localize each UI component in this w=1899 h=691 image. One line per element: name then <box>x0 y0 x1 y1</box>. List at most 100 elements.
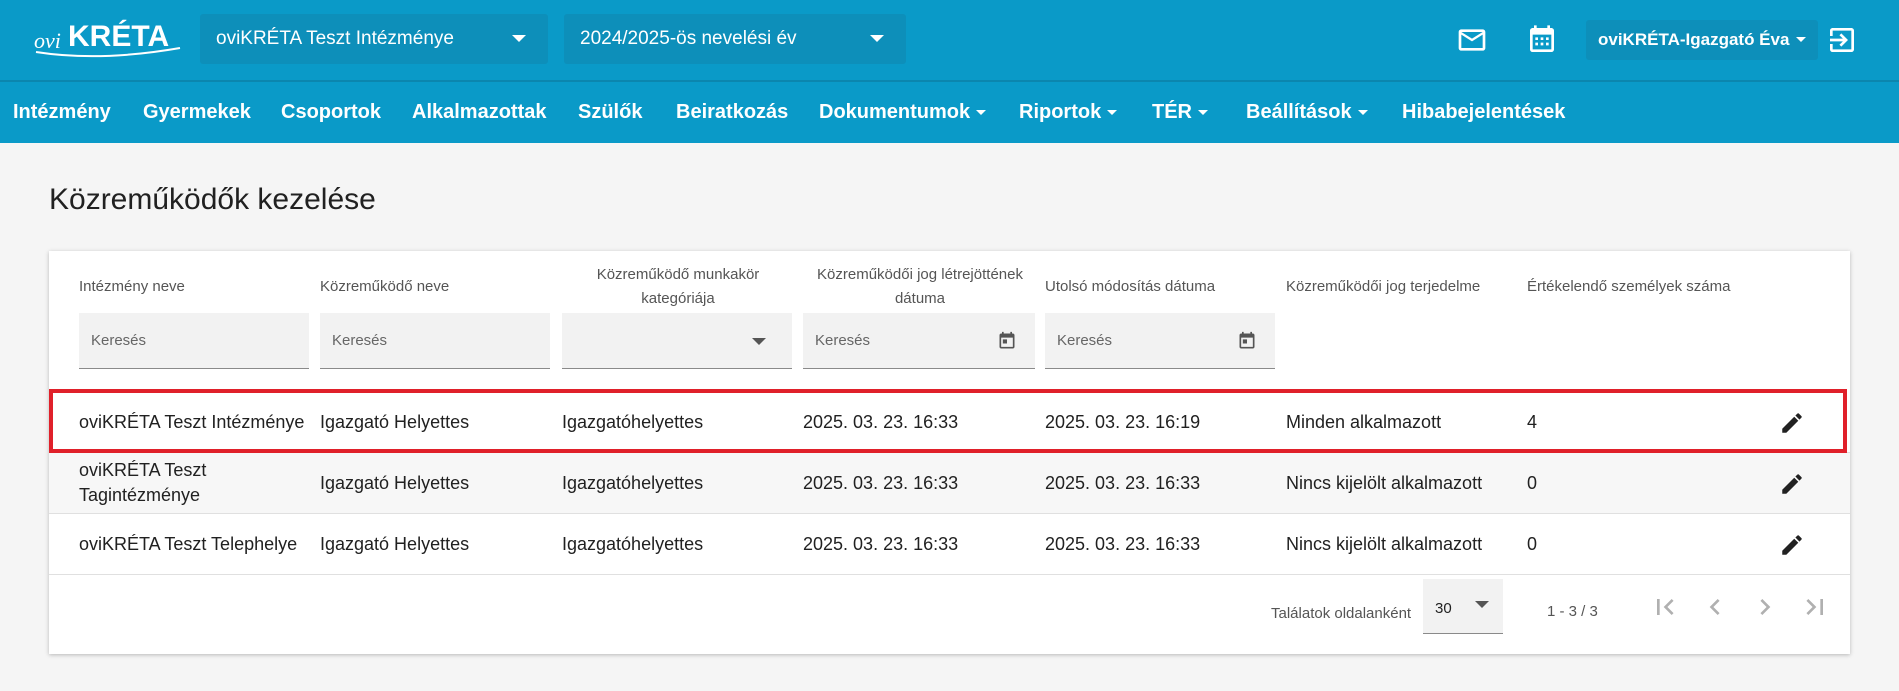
mail-icon[interactable] <box>1456 24 1488 56</box>
nav-item-label: TÉR <box>1152 101 1192 123</box>
caret-down-icon <box>1198 110 1208 116</box>
per-page-value: 30 <box>1435 600 1452 617</box>
logo-graphic: ovi KRÉTA <box>34 19 181 58</box>
cell-category: Igazgatóhelyettes <box>562 533 704 554</box>
per-page-select[interactable]: 30 <box>1423 579 1503 634</box>
institution-search-placeholder: Keresés <box>91 332 147 349</box>
chevron-down-icon <box>752 338 766 345</box>
cell-created: 2025. 03. 23. 16:33 <box>803 411 959 432</box>
per-page-label: Találatok oldalanként <box>1271 605 1412 622</box>
column-header-category[interactable]: Közreműködő munkakör kategóriája <box>562 263 794 311</box>
nav-item-label: Gyermekek <box>143 101 251 123</box>
nav-item-beallitasok[interactable]: Beállítások <box>1246 82 1368 143</box>
cell-count: 4 <box>1527 411 1538 432</box>
caret-down-icon <box>976 110 987 116</box>
chevron-down-icon <box>1796 37 1806 42</box>
cell-institution: oviKRÉTA Teszt Tagintézménye <box>79 460 207 505</box>
cell-institution: oviKRÉTA Teszt Intézménye <box>79 411 305 432</box>
nav-item-riportok[interactable]: Riportok <box>1019 82 1118 143</box>
institution-select-value: oviKRÉTA Teszt Intézménye <box>216 28 454 49</box>
first-page-icon[interactable] <box>1649 591 1681 623</box>
cell-scope: Nincs kijelölt alkalmazott <box>1286 533 1483 554</box>
table-row[interactable]: oviKRÉTA Teszt Telephelye Igazgató Helye… <box>49 514 1850 575</box>
nav-item-csoportok[interactable]: Csoportok <box>281 82 381 143</box>
previous-page-icon[interactable] <box>1699 591 1731 623</box>
nav-item-szulok[interactable]: Szülők <box>578 82 642 143</box>
caret-down-icon <box>1357 110 1368 116</box>
nav-item-dokumentumok[interactable]: Dokumentumok <box>819 82 987 143</box>
nav-item-hibabejelentesek[interactable]: Hibabejelentések <box>1402 82 1565 143</box>
nav-item-label: Dokumentumok <box>819 101 971 123</box>
column-header-created[interactable]: Közreműködői jog létrejöttének dátuma <box>804 263 1036 311</box>
created-date-placeholder: Keresés <box>815 332 871 349</box>
cell-modified: 2025. 03. 23. 16:33 <box>1045 533 1201 554</box>
column-header-scope[interactable]: Közreműködői jog terjedelme <box>1286 275 1516 299</box>
table-row[interactable]: oviKRÉTA Teszt Intézménye Igazgató Helye… <box>49 392 1850 453</box>
cell-category: Igazgatóhelyettes <box>562 472 704 493</box>
cell-name: Igazgató Helyettes <box>320 472 470 493</box>
cell-scope: Minden alkalmazott <box>1286 411 1442 432</box>
calendar-icon[interactable] <box>1526 24 1558 56</box>
calendar-icon[interactable] <box>997 331 1017 351</box>
edit-pencil-icon[interactable] <box>1779 410 1805 436</box>
modified-date-search-input[interactable]: Keresés <box>1045 313 1275 369</box>
nav-item-label: Csoportok <box>281 101 381 123</box>
cell-count: 0 <box>1527 533 1538 554</box>
institution-search-input[interactable]: Keresés <box>79 313 309 369</box>
column-header-institution[interactable]: Intézmény neve <box>79 275 309 299</box>
cell-name: Igazgató Helyettes <box>320 533 470 554</box>
edit-pencil-icon[interactable] <box>1779 471 1805 497</box>
nav-item-gyermekek[interactable]: Gyermekek <box>143 82 251 143</box>
nav-item-label: Intézmény <box>13 101 111 123</box>
nav-item-alkalmazottak[interactable]: Alkalmazottak <box>412 82 547 143</box>
institution-select[interactable]: oviKRÉTA Teszt Intézménye <box>200 14 548 64</box>
nav-item-beiratkozas[interactable]: Beiratkozás <box>676 82 788 143</box>
cell-created: 2025. 03. 23. 16:33 <box>803 533 959 554</box>
edit-pencil-icon[interactable] <box>1779 532 1805 558</box>
pagination-range: 1 - 3 / 3 <box>1547 603 1598 620</box>
column-header-modified[interactable]: Utolsó módosítás dátuma <box>1045 275 1275 299</box>
created-date-search-input[interactable]: Keresés <box>803 313 1035 369</box>
nav-item-label: Hibabejelentések <box>1402 101 1566 123</box>
column-header-name[interactable]: Közreműködő neve <box>320 275 550 299</box>
logout-icon[interactable] <box>1826 24 1858 56</box>
cell-institution: oviKRÉTA Teszt Telephelye <box>79 533 298 554</box>
chevron-down-icon <box>870 35 884 42</box>
ovikreta-logo[interactable]: ovi KRÉTA <box>30 12 190 68</box>
user-menu[interactable]: oviKRÉTA-Igazgató Éva <box>1586 20 1818 60</box>
name-search-placeholder: Keresés <box>332 332 388 349</box>
column-header-count[interactable]: Értékelendő személyek száma <box>1527 275 1767 299</box>
last-page-icon[interactable] <box>1799 591 1831 623</box>
page-title: Közreműködők kezelése <box>49 183 376 216</box>
chevron-down-icon <box>1475 601 1489 608</box>
nav-item-label: Beiratkozás <box>676 101 789 123</box>
cell-scope: Nincs kijelölt alkalmazott <box>1286 472 1483 493</box>
caret-down-icon <box>1107 110 1118 116</box>
svg-text:ovi: ovi <box>34 28 61 53</box>
cell-created: 2025. 03. 23. 16:33 <box>803 472 959 493</box>
top-header: ovi KRÉTA oviKRÉTA Teszt Intézménye 2024… <box>0 0 1899 80</box>
cell-modified: 2025. 03. 23. 16:33 <box>1045 472 1201 493</box>
table-row[interactable]: oviKRÉTA Teszt Tagintézménye Igazgató He… <box>49 453 1850 514</box>
school-year-select-value: 2024/2025-ös nevelési év <box>580 28 797 49</box>
cell-category: Igazgatóhelyettes <box>562 411 704 432</box>
cell-count: 0 <box>1527 472 1538 493</box>
cell-modified: 2025. 03. 23. 16:19 <box>1045 411 1201 432</box>
nav-item-ter[interactable]: TÉR <box>1152 82 1208 143</box>
name-search-input[interactable]: Keresés <box>320 313 550 369</box>
user-name: oviKRÉTA-Igazgató Éva <box>1598 30 1790 49</box>
chevron-down-icon <box>512 35 526 42</box>
modified-date-placeholder: Keresés <box>1057 332 1113 349</box>
contributors-table-card: Intézmény neve Közreműködő neve Közreműk… <box>49 251 1850 654</box>
main-nav: Intézmény Gyermekek Csoportok Alkalmazot… <box>0 80 1899 143</box>
nav-item-label: Szülők <box>578 101 643 123</box>
next-page-icon[interactable] <box>1749 591 1781 623</box>
calendar-icon[interactable] <box>1237 331 1257 351</box>
svg-text:KRÉTA: KRÉTA <box>68 19 169 53</box>
category-select[interactable] <box>562 313 792 369</box>
nav-item-label: Beállítások <box>1246 101 1352 123</box>
nav-item-label: Riportok <box>1019 101 1102 123</box>
cell-name: Igazgató Helyettes <box>320 411 470 432</box>
nav-item-intezmeny[interactable]: Intézmény <box>13 82 111 143</box>
school-year-select[interactable]: 2024/2025-ös nevelési év <box>564 14 906 64</box>
